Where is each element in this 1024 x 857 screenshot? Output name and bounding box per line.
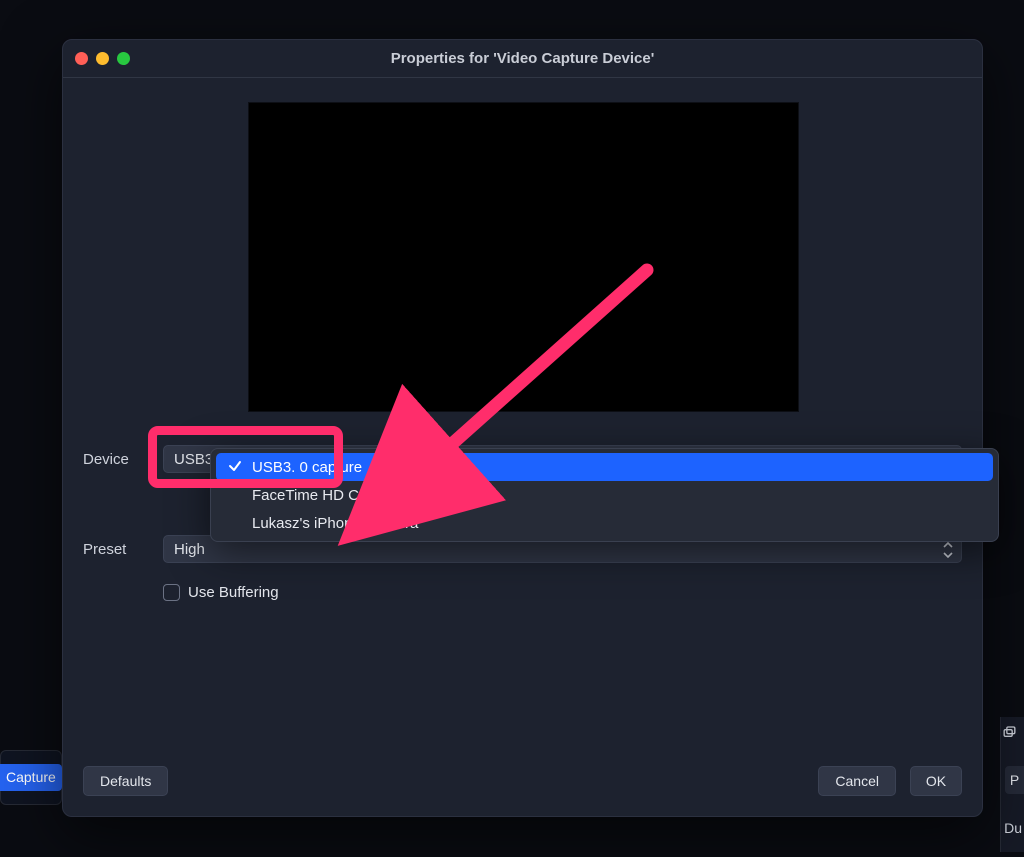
check-icon: [228, 459, 242, 473]
properties-dialog: Properties for 'Video Capture Device' De…: [62, 39, 983, 817]
preset-select-value: High: [174, 541, 205, 558]
background-du-text: Du: [1004, 820, 1022, 836]
close-icon[interactable]: [75, 52, 88, 65]
minimize-icon[interactable]: [96, 52, 109, 65]
use-buffering-label: Use Buffering: [188, 584, 279, 601]
use-buffering-checkbox[interactable]: [163, 584, 180, 601]
use-buffering-row: Use Buffering: [163, 584, 279, 601]
window-title: Properties for 'Video Capture Device': [391, 50, 655, 67]
device-option-label: Lukasz's iPhone Camera: [252, 515, 418, 532]
zoom-icon[interactable]: [117, 52, 130, 65]
device-label: Device: [83, 451, 163, 468]
chevron-updown-icon: [941, 540, 955, 560]
device-option-label: FaceTime HD Camera: [252, 487, 401, 504]
cancel-button[interactable]: Cancel: [818, 766, 896, 796]
device-option-facetime-hd-camera[interactable]: FaceTime HD Camera: [216, 481, 993, 509]
device-option-usb3-capture[interactable]: USB3. 0 capture: [216, 453, 993, 481]
video-preview: [248, 102, 799, 412]
preset-label: Preset: [83, 541, 163, 558]
device-option-label: USB3. 0 capture: [252, 459, 362, 476]
defaults-button[interactable]: Defaults: [83, 766, 168, 796]
window-controls: [75, 52, 130, 65]
background-capture-source-pill: Capture: [0, 764, 62, 791]
background-right-button: P: [1005, 766, 1024, 794]
layers-icon: [1001, 725, 1018, 741]
ok-button[interactable]: OK: [910, 766, 962, 796]
device-dropdown: USB3. 0 capture FaceTime HD Camera Lukas…: [210, 448, 999, 542]
titlebar: Properties for 'Video Capture Device': [63, 40, 982, 78]
device-option-lukasz-iphone-camera[interactable]: Lukasz's iPhone Camera: [216, 509, 993, 537]
